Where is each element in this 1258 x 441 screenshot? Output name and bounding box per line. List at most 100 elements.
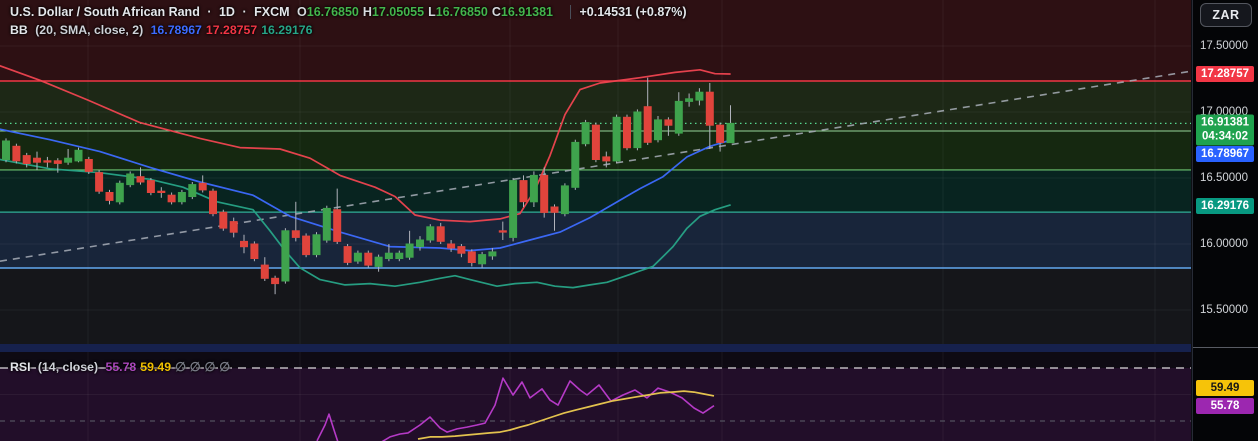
candle [302,235,311,256]
candle [43,160,52,163]
ohlc-value: 16.91381 [500,5,554,19]
candle [312,234,321,256]
candle [643,106,652,143]
ohlc-letter: O [297,5,307,19]
price-tick-label: 16.50000 [1200,172,1248,184]
candle [560,185,569,215]
rsi-name: RSI [10,360,31,374]
candle [146,180,155,194]
trading-chart-app: U.S. Dollar / South African Rand · 1D · … [0,0,1258,441]
candle [115,182,124,203]
rsi-value: 55.78 [105,360,137,374]
bb-indicator-legend[interactable]: BB (20, SMA, close, 2) 16.78967 17.28757 1… [10,23,320,37]
candle [157,190,166,193]
candle [685,98,694,102]
candle [74,149,83,162]
candle [53,160,62,164]
rsi-value: 59.49 [140,360,172,374]
candle [240,240,248,248]
bb-value: 16.78967 [150,23,202,37]
candle [716,124,725,143]
candle [664,119,673,126]
candle [571,141,580,188]
candle [136,176,145,183]
ohlc-value: 17.05055 [371,5,425,19]
candle [498,230,507,233]
legend-dot-2: · [242,5,247,19]
candle [384,252,393,259]
candle [22,155,31,165]
candle [509,180,518,238]
price-badge: 17.28757 [1196,66,1254,82]
pane-separator-axis-line [1193,347,1258,348]
bb-name: BB [10,23,28,37]
currency-toggle-button[interactable]: ZAR [1200,3,1252,27]
candle [33,157,41,163]
candle [467,251,476,263]
exchange-label: FXCM [254,5,290,19]
candle [488,251,497,257]
candle [457,246,466,254]
candle [591,124,600,160]
pane-separator[interactable] [0,344,1191,352]
candle [281,230,290,282]
ohlc-value: 16.76850 [306,5,359,19]
ohlc-values: O16.76850 H17.05055 L16.76850 C16.91381 [297,5,557,19]
rsi-value: ∅ [175,360,186,374]
candle [478,254,487,265]
candle [416,239,424,248]
candle [540,174,549,213]
candle [95,172,104,192]
candle [219,211,228,229]
candle [695,91,704,101]
candle [405,243,414,258]
candle [602,156,611,162]
candle [674,100,683,134]
countdown-timer: 04:34:02 [1201,130,1249,143]
candle [209,190,217,215]
candle [84,159,93,172]
candle [343,246,352,263]
bb-value: 17.28757 [205,23,258,37]
candle [395,252,404,259]
change-value: +0.14531 (+0.87%) [569,5,687,19]
candle [260,264,269,279]
ohlc-value: 16.76850 [435,5,488,19]
price-badge: 16.91381 04:34:02 [1196,114,1254,146]
candle [250,243,259,259]
ohlc-letter: C [491,5,501,19]
candle [426,226,435,241]
symbol-title: U.S. Dollar / South African Rand [10,5,200,19]
candle [188,184,197,198]
candle [322,207,331,241]
chart-canvas[interactable] [0,0,1191,441]
rsi-values: 55.78 59.49 ∅ ∅ ∅ ∅ [106,360,234,374]
candle [177,192,186,203]
candle [198,182,207,191]
price-axis[interactable]: ZAR 17.50000 17.00000 16.50000 16.00000 15.5… [1192,0,1258,441]
candle [353,252,362,262]
rsi-value: ∅ [219,360,230,374]
price-zones [0,0,1191,344]
rsi-value: ∅ [204,360,216,374]
candle [167,194,176,203]
bb-values: 16.78967 17.28757 16.29176 [151,23,317,37]
bb-params: (20, SMA, close, 2) [35,23,144,37]
candle [519,180,528,203]
candle [364,252,373,266]
ohlc-letter: L [428,5,436,19]
candle [64,157,73,163]
price-badge: 16.29176 [1196,197,1254,214]
candle [447,243,456,249]
candle [2,140,10,160]
interval-label: 1D [218,5,235,19]
rsi-indicator-legend[interactable]: RSI (14, close) 55.78 59.49 ∅ ∅ ∅ ∅ [10,360,238,374]
rsi-params: (14, close) [37,360,99,374]
candle [374,256,383,267]
candle [726,122,735,144]
symbol-legend[interactable]: U.S. Dollar / South African Rand · 1D · … [10,5,691,19]
candle [581,122,590,145]
ohlc-letter: H [362,5,372,19]
rsi-value: ∅ [189,360,201,374]
candle [12,145,21,162]
